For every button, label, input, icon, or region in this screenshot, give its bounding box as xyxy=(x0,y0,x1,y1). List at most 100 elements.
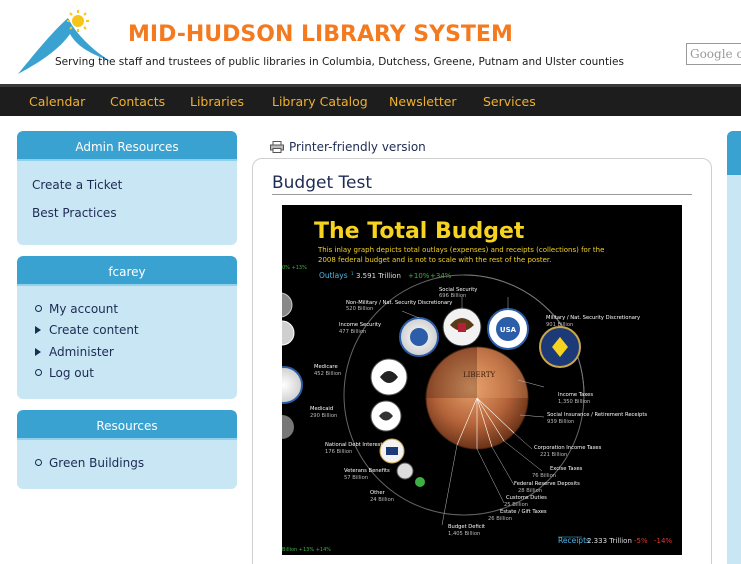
site-header: MID-HUDSON LIBRARY SYSTEM Serving the st… xyxy=(0,0,741,84)
outlays-footnote: 1 xyxy=(351,271,354,276)
eagle-seal-icon xyxy=(442,307,482,347)
cat-customs-detail: 25 Billion xyxy=(504,502,528,508)
social-security-seal-icon: USA xyxy=(487,308,529,350)
printer-friendly-link[interactable]: Printer-friendly version xyxy=(270,140,426,154)
nav-item-library-catalog[interactable]: Library Catalog xyxy=(272,94,368,109)
triangle-right-icon xyxy=(35,348,41,356)
cat-social-insurance: Social Insurance / Retirement Receipts xyxy=(547,412,647,418)
left-edge-text-top: 0% +13% xyxy=(282,265,307,271)
cat-medicare-detail: 452 Billion xyxy=(314,371,341,377)
penny-pie-icon: LIBERTY xyxy=(425,346,529,450)
nav-item-calendar[interactable]: Calendar xyxy=(29,94,85,109)
menu-item-label: Log out xyxy=(49,366,94,380)
administer-link[interactable]: Administer xyxy=(35,345,114,359)
page-title: Budget Test xyxy=(272,173,373,193)
cat-customs: Customs Duties xyxy=(506,495,547,501)
cat-medicare: Medicare xyxy=(314,364,338,370)
circle-bullet-icon xyxy=(35,305,42,312)
site-slogan: Serving the staff and trustees of public… xyxy=(55,56,624,68)
svg-text:USA: USA xyxy=(500,326,517,334)
medicaid-seal-icon xyxy=(370,400,402,432)
nav-item-services[interactable]: Services xyxy=(483,94,536,109)
cat-income-security: Income Security xyxy=(339,322,381,328)
treasury-seal-icon xyxy=(379,438,405,464)
cat-excise-taxes: Excise Taxes xyxy=(550,466,583,472)
menu-item-label: Administer xyxy=(49,345,114,359)
printer-label: Printer-friendly version xyxy=(289,140,426,154)
create-content-link[interactable]: Create content xyxy=(35,323,139,337)
cat-medicaid-detail: 290 Billion xyxy=(310,413,337,419)
cat-federal-reserve: Federal Reserve Deposits xyxy=(514,481,580,487)
cat-veterans-detail: 57 Billion xyxy=(344,475,368,481)
cat-debt-interest: National Debt Interest xyxy=(325,442,382,448)
cat-other-detail: 24 Billion xyxy=(370,497,394,503)
cat-estate-taxes-detail: 26 Billion xyxy=(488,516,512,522)
receipts-change-2: -14% xyxy=(654,537,672,545)
site-name[interactable]: MID-HUDSON LIBRARY SYSTEM xyxy=(128,22,513,47)
cat-corporate-taxes: Corporation Income Taxes xyxy=(534,445,602,451)
outlays-amount: 3.591 Trillion xyxy=(356,272,401,280)
cat-medicaid: Medicaid xyxy=(310,406,333,412)
circle-bullet-icon xyxy=(35,369,42,376)
cat-social-security-detail: 696 Billion xyxy=(439,293,466,299)
cat-estate-taxes: Estate / Gift Taxes xyxy=(500,509,547,515)
infographic-canvas: The Total Budget This inlay graph depict… xyxy=(282,219,672,553)
log-out-link[interactable]: Log out xyxy=(35,366,94,380)
my-account-link[interactable]: My account xyxy=(35,302,118,316)
cat-income-security-detail: 477 Billion xyxy=(339,329,366,335)
block-title: fcarey xyxy=(17,256,237,286)
svg-text:LIBERTY: LIBERTY xyxy=(463,371,495,379)
cat-debt-interest-detail: 176 Billion xyxy=(325,449,352,455)
cat-social-insurance-detail: 939 Billion xyxy=(547,419,574,425)
admin-resources-block: Admin Resources Create a Ticket Best Pra… xyxy=(17,131,237,245)
receipts-amount: 2.333 Trillion xyxy=(587,537,632,545)
cat-deficit: Budget Deficit xyxy=(448,524,485,530)
infographic-intro-1: This inlay graph depicts total outlays (… xyxy=(317,246,604,254)
user-menu-block: fcarey My account Create content Adminis… xyxy=(17,256,237,399)
cat-military: Military / Nat. Security Discretionary xyxy=(546,315,640,321)
cat-other: Other xyxy=(370,490,386,496)
veterans-seal-icon xyxy=(396,462,414,480)
left-edge-text-bottom: Billion +13% +14% xyxy=(282,547,331,553)
best-practices-link[interactable]: Best Practices xyxy=(32,206,117,220)
cat-veterans: Veterans Benefits xyxy=(344,468,390,474)
budget-infographic: The Total Budget This inlay graph depict… xyxy=(282,205,682,555)
block-title: Admin Resources xyxy=(17,131,237,161)
cat-deficit-detail: 1,405 Billion xyxy=(448,531,480,537)
search-placeholder: Google c xyxy=(690,47,741,61)
right-sidebar-block xyxy=(727,131,741,564)
printer-icon xyxy=(270,141,284,153)
search-input[interactable]: Google c xyxy=(686,43,741,65)
title-divider xyxy=(272,194,692,195)
cat-income-taxes: Income Taxes xyxy=(558,392,593,398)
cat-non-military-detail: 520 Billion xyxy=(346,306,373,312)
receipts-change-1: -5% xyxy=(634,537,648,545)
nav-item-libraries[interactable]: Libraries xyxy=(190,94,244,109)
menu-item-label: My account xyxy=(49,302,119,316)
cat-income-taxes-detail: 1,350 Billion xyxy=(558,399,590,405)
nav-item-newsletter[interactable]: Newsletter xyxy=(389,94,457,109)
cat-corporate-taxes-detail: 221 Billion xyxy=(540,452,567,458)
hhs-seal-icon xyxy=(370,358,408,396)
receipts-label: Receipts xyxy=(558,536,590,545)
create-ticket-link[interactable]: Create a Ticket xyxy=(32,178,122,192)
infographic-heading: The Total Budget xyxy=(314,219,525,244)
circle-bullet-icon xyxy=(35,459,42,466)
defense-seal-icon xyxy=(539,326,581,368)
small-seal-icon xyxy=(415,477,425,487)
menu-item-label: Green Buildings xyxy=(49,456,145,470)
green-buildings-link[interactable]: Green Buildings xyxy=(35,456,144,470)
dept-seal-icon xyxy=(399,317,439,357)
cat-military-detail: 901 Billion xyxy=(546,322,573,328)
triangle-right-icon xyxy=(35,326,41,334)
outlays-label: Outlays xyxy=(319,271,348,280)
main-navigation: Calendar Contacts Libraries Library Cata… xyxy=(0,84,741,116)
cat-excise-taxes-detail: 76 Billion xyxy=(532,473,556,479)
cat-federal-reserve-detail: 28 Billion xyxy=(518,488,542,494)
right-sidebar-block-header xyxy=(727,131,741,175)
outlays-change-1: +10% xyxy=(408,272,430,280)
menu-item-label: Create content xyxy=(49,323,139,337)
nav-item-contacts[interactable]: Contacts xyxy=(110,94,165,109)
block-title: Resources xyxy=(17,410,237,440)
resources-block: Resources Green Buildings xyxy=(17,410,237,489)
